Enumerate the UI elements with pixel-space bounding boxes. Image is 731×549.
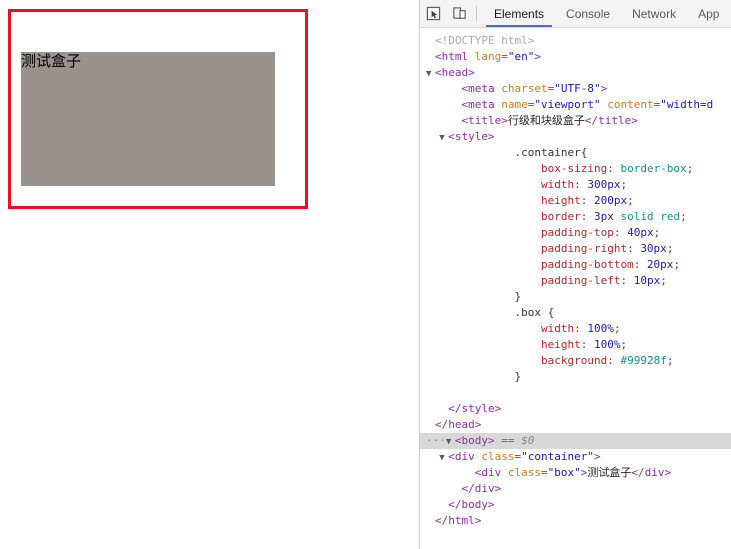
page-viewport: 测试盒子 <box>0 0 420 549</box>
dom-node-row[interactable]: padding-bottom: 20px; <box>420 257 731 273</box>
dom-node-row[interactable]: .box { <box>420 305 731 321</box>
device-toolbar-icon[interactable] <box>446 1 472 27</box>
dom-node-row[interactable]: ▼ <style> <box>420 129 731 145</box>
dom-node-row[interactable]: <meta charset="UTF-8"> <box>420 81 731 97</box>
dom-node-row[interactable]: width: 300px; <box>420 177 731 193</box>
dom-node-row[interactable]: padding-top: 40px; <box>420 225 731 241</box>
browser-window: 测试盒子 Elements Console Network App <!DOCT… <box>0 0 731 549</box>
toolbar-separator <box>476 6 477 21</box>
tab-elements[interactable]: Elements <box>483 0 555 27</box>
dom-node-row[interactable]: </div> <box>420 481 731 497</box>
dom-node-row[interactable]: <title>行级和块级盒子</title> <box>420 113 731 129</box>
dom-node-row[interactable]: padding-left: 10px; <box>420 273 731 289</box>
devtools-panel: Elements Console Network App <!DOCTYPE h… <box>420 0 731 549</box>
dom-node-row[interactable]: height: 200px; <box>420 193 731 209</box>
dom-node-row[interactable]: box-sizing: border-box; <box>420 161 731 177</box>
devtools-toolbar: Elements Console Network App <box>420 0 731 28</box>
dom-node-row[interactable]: border: 3px solid red; <box>420 209 731 225</box>
dom-node-row[interactable] <box>420 385 731 401</box>
dom-node-row[interactable]: <html lang="en"> <box>420 49 731 65</box>
container-div: 测试盒子 <box>8 9 308 209</box>
tab-console[interactable]: Console <box>555 0 621 27</box>
dom-node-row[interactable]: </head> <box>420 417 731 433</box>
dom-node-row[interactable]: <!DOCTYPE html> <box>420 33 731 49</box>
dom-node-row[interactable]: <meta name="viewport" content="width=d <box>420 97 731 113</box>
dom-node-row[interactable]: background: #99928f; <box>420 353 731 369</box>
tab-network[interactable]: Network <box>621 0 687 27</box>
dom-node-row[interactable]: </style> <box>420 401 731 417</box>
dom-node-row[interactable]: ···▼ <body> == $0 <box>420 433 731 449</box>
dom-node-row[interactable]: } <box>420 369 731 385</box>
dom-node-row[interactable]: </body> <box>420 497 731 513</box>
dom-node-row[interactable]: padding-right: 30px; <box>420 241 731 257</box>
tab-application[interactable]: App <box>687 0 730 27</box>
dom-node-row[interactable]: </html> <box>420 513 731 529</box>
dom-node-row[interactable]: } <box>420 289 731 305</box>
dom-node-row[interactable]: <div class="box">测试盒子</div> <box>420 465 731 481</box>
devtools-tabs: Elements Console Network App <box>483 0 731 27</box>
dom-node-row[interactable]: ▼ <head> <box>420 65 731 81</box>
dom-node-row[interactable]: ▼ <div class="container"> <box>420 449 731 465</box>
dom-node-row[interactable]: height: 100%; <box>420 337 731 353</box>
inspect-element-icon[interactable] <box>420 1 446 27</box>
dom-node-row[interactable]: .container{ <box>420 145 731 161</box>
dom-tree[interactable]: <!DOCTYPE html> <html lang="en"> ▼ <head> <… <box>420 28 731 548</box>
dom-node-row[interactable]: width: 100%; <box>420 321 731 337</box>
box-div: 测试盒子 <box>21 52 275 186</box>
